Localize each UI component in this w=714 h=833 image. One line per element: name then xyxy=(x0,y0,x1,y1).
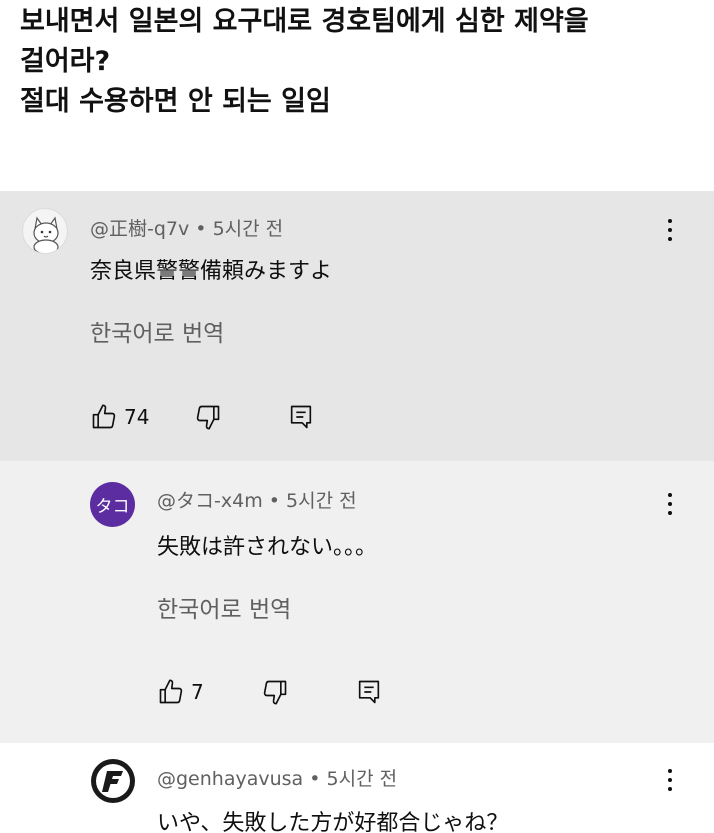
comment: @正樹-q7v • 5시간 전 奈良県警警備頼みますよ 한국어로 번역 74 xyxy=(0,191,714,461)
like-button[interactable]: 7 xyxy=(157,675,204,709)
post-text: 보내면서 일본의 요구대로 경호팀에게 심한 제약을 걸어라? 절대 수용하면 … xyxy=(20,2,700,122)
meta-separator: • xyxy=(309,768,321,790)
avatar[interactable] xyxy=(90,758,136,804)
reply-comment: @genhayavusa • 5시간 전 いや、失敗した方が好都合じゃね？ xyxy=(0,743,714,833)
more-button[interactable] xyxy=(660,490,680,520)
cat-avatar-icon xyxy=(33,216,59,253)
avatar[interactable] xyxy=(22,208,68,254)
avatar-label: タコ xyxy=(95,497,130,517)
reply-button[interactable] xyxy=(287,400,315,434)
like-count: 74 xyxy=(124,405,150,429)
translate-button[interactable]: 한국어로 번역 xyxy=(157,590,291,624)
dislike-button[interactable] xyxy=(261,675,289,709)
dislike-button[interactable] xyxy=(194,400,222,434)
avatar[interactable]: タコ xyxy=(90,482,135,527)
post-line: 걸어라? xyxy=(20,46,111,77)
comment-meta: @genhayavusa • 5시간 전 xyxy=(157,764,397,791)
comment-text: 失敗は許されない。。。 xyxy=(157,535,378,560)
comment-meta: @タコ-x4m • 5시간 전 xyxy=(157,486,357,513)
reply-icon xyxy=(358,680,380,704)
comment-text: 奈良県警警備頼みますよ xyxy=(90,259,333,284)
comment-time[interactable]: 5시간 전 xyxy=(213,218,284,240)
thumbs-down-icon xyxy=(263,680,287,705)
comment-author[interactable]: @正樹-q7v xyxy=(90,218,189,240)
comment-author[interactable]: @genhayavusa xyxy=(157,768,303,790)
translate-button[interactable]: 한국어로 번역 xyxy=(90,314,224,348)
reply-comment: タコ @タコ-x4m • 5시간 전 失敗は許されない。。。 한국어로 번역 7 xyxy=(0,461,714,743)
comment-author[interactable]: @タコ-x4m xyxy=(157,490,263,512)
post-line: 절대 수용하면 안 되는 일임 xyxy=(20,86,331,117)
more-button[interactable] xyxy=(660,766,680,796)
f-logo-icon xyxy=(91,759,135,803)
thumbs-up-icon xyxy=(159,679,183,704)
reply-icon xyxy=(290,405,312,429)
meta-separator: • xyxy=(195,218,207,240)
comment-time[interactable]: 5시간 전 xyxy=(327,768,398,790)
like-count: 7 xyxy=(191,680,204,704)
thumbs-up-icon xyxy=(92,404,116,429)
more-button[interactable] xyxy=(660,216,680,246)
thumbs-down-icon xyxy=(196,405,220,430)
comment-text: いや、失敗した方が好都合じゃね？ xyxy=(157,811,509,833)
meta-separator: • xyxy=(268,490,280,512)
like-button[interactable]: 74 xyxy=(90,400,149,434)
reply-button[interactable] xyxy=(355,675,383,709)
post-line: 보내면서 일본의 요구대로 경호팀에게 심한 제약을 xyxy=(20,6,589,37)
comment-meta: @正樹-q7v • 5시간 전 xyxy=(90,214,283,241)
comment-time[interactable]: 5시간 전 xyxy=(286,490,357,512)
